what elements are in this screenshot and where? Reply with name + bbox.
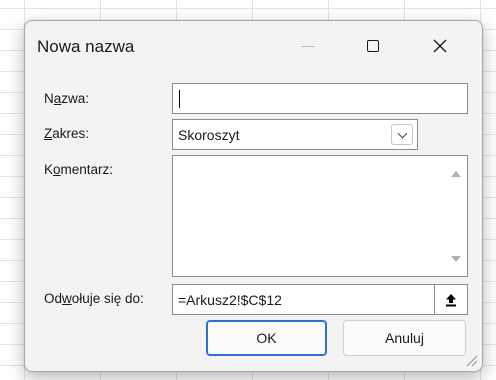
scroll-down-icon[interactable] (451, 256, 461, 262)
scope-dropdown[interactable]: Skoroszyt (172, 119, 418, 150)
close-button[interactable] (417, 29, 463, 63)
new-name-dialog: Nowa nazwa Nazwa: Zakres: Skoroszyt Kome… (24, 20, 483, 372)
close-icon (433, 39, 447, 53)
ok-button[interactable]: OK (206, 320, 327, 356)
scope-label: Zakres: (44, 126, 90, 141)
scope-value: Skoroszyt (178, 127, 240, 143)
name-label: Nazwa: (44, 91, 90, 106)
minimize-button (285, 29, 331, 63)
collapse-dialog-button[interactable] (434, 285, 467, 314)
scope-dropdown-button[interactable] (391, 124, 413, 145)
text-caret (179, 90, 180, 108)
maximize-button[interactable] (350, 29, 396, 63)
minimize-icon (301, 45, 315, 47)
comment-scrollbar[interactable] (445, 156, 467, 276)
name-input[interactable] (172, 83, 468, 114)
chevron-down-icon (397, 128, 407, 138)
refers-to-value: =Arkusz2!$C$12 (178, 292, 282, 308)
maximize-icon (367, 40, 379, 52)
dialog-title: Nowa nazwa (37, 37, 135, 56)
comment-textarea[interactable] (172, 155, 468, 277)
title-bar[interactable]: Nowa nazwa (25, 21, 482, 73)
collapse-dialog-icon (446, 293, 456, 306)
scroll-up-icon[interactable] (451, 171, 461, 177)
refers-to-label: Odwołuje się do: (44, 291, 144, 306)
comment-label: Komentarz: (44, 162, 114, 177)
resize-grip-icon[interactable] (464, 353, 478, 367)
cancel-button[interactable]: Anuluj (343, 320, 466, 356)
refers-to-input[interactable]: =Arkusz2!$C$12 (172, 284, 468, 315)
